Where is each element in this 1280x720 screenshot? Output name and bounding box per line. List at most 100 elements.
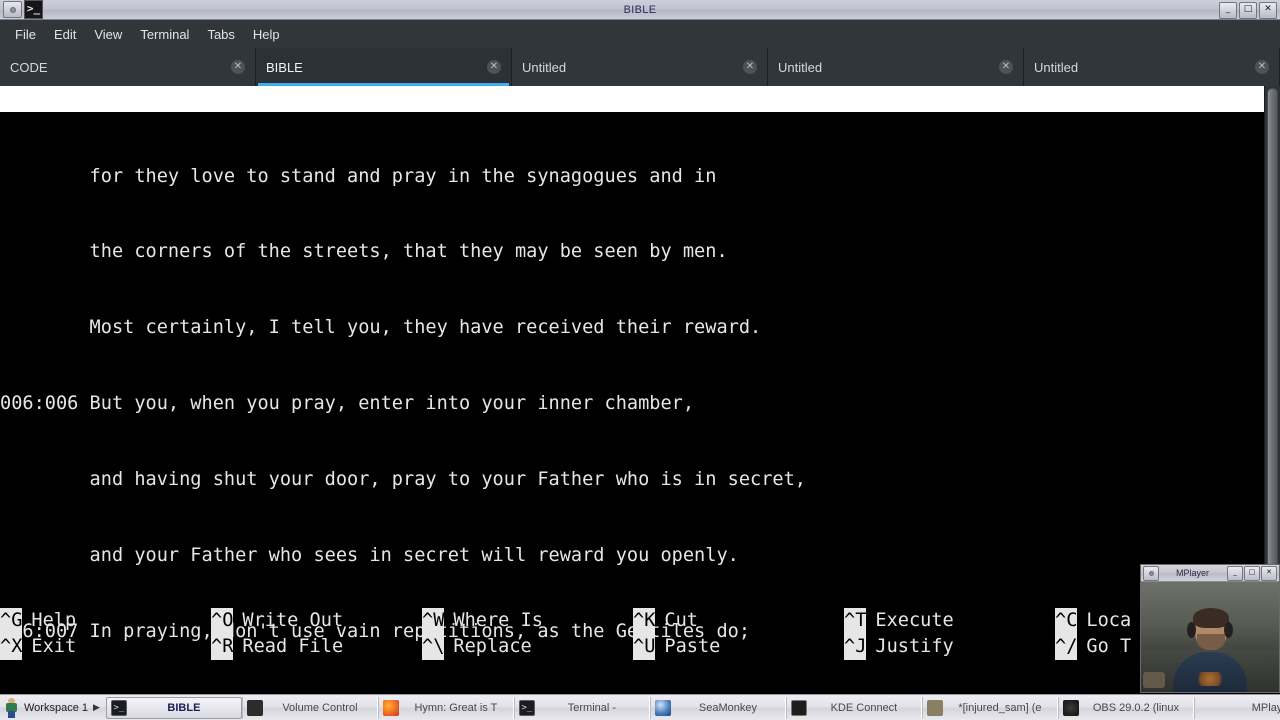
menu-item-view[interactable]: View: [85, 24, 131, 45]
task-button-seamonkey[interactable]: SeaMonkey: [649, 696, 786, 719]
shortcut-key: ^X: [0, 634, 23, 660]
shortcut-replace[interactable]: ^\ Replace: [422, 634, 633, 660]
shortcut-key: ^\: [422, 634, 445, 660]
mplayer-window[interactable]: MPlayer _ □ ✕: [1140, 564, 1280, 693]
text-line: for they love to stand and pray in the s…: [0, 165, 717, 187]
tab-label: CODE: [10, 59, 48, 75]
window-controls: _ □ ✕: [1219, 2, 1277, 19]
task-label: Terminal -: [567, 701, 617, 714]
mplayer-maximize-button[interactable]: □: [1244, 565, 1260, 581]
shortcut-cut[interactable]: ^K Cut: [633, 608, 844, 634]
tab-untitled-3[interactable]: Untitled ✕: [1024, 48, 1280, 86]
menu-item-edit[interactable]: Edit: [45, 24, 85, 45]
shortcut-exit[interactable]: ^X Exit: [0, 634, 211, 660]
task-button-obs[interactable]: OBS 29.0.2 (linux: [1057, 696, 1194, 719]
task-button-hymn[interactable]: Hymn: Great is T: [377, 696, 514, 719]
shortcut-label: Cut: [664, 610, 698, 631]
task-label: SeaMonkey: [698, 701, 757, 714]
task-button-terminal[interactable]: >_ Terminal -: [513, 696, 650, 719]
terminal-viewport[interactable]: GNU nano 7.2 pg8294.txt View for they lo…: [0, 86, 1264, 693]
menu-item-tabs[interactable]: Tabs: [198, 24, 243, 45]
tab-bible[interactable]: BIBLE ✕: [256, 48, 512, 86]
gimp-icon: [926, 699, 943, 716]
pager-icon: [4, 697, 20, 718]
shortcut-label: Read File: [242, 636, 344, 657]
task-label: Hymn: Great is T: [414, 701, 498, 714]
nano-titlebar: GNU nano 7.2 pg8294.txt View: [0, 86, 1264, 187]
desktop-screen: >_ BIBLE _ □ ✕ File Edit View Terminal T…: [0, 0, 1280, 720]
shortcut-read-file[interactable]: ^R Read File: [211, 634, 422, 660]
task-label: *[injured_sam] (e: [958, 701, 1042, 714]
tab-close-icon[interactable]: ✕: [487, 60, 501, 74]
video-desk-object: [1143, 672, 1165, 688]
task-label: OBS 29.0.2 (linux: [1092, 701, 1180, 714]
shortcut-label: Justify: [875, 636, 954, 657]
volume-icon: [246, 699, 263, 716]
close-button[interactable]: ✕: [1259, 2, 1277, 19]
tab-close-icon[interactable]: ✕: [999, 60, 1013, 74]
task-button-bible[interactable]: >_ BIBLE: [105, 696, 242, 719]
task-label: MPlayer: [1251, 701, 1280, 714]
kdeconnect-icon: [790, 699, 807, 716]
text-line: Most certainly, I tell you, they have re…: [0, 317, 762, 339]
task-label: BIBLE: [167, 701, 201, 714]
shortcut-row-2: ^X Exit ^R Read File ^\ Replace ^U Paste ^J J…: [0, 634, 1264, 660]
taskbar: Workspace 1 ▶ >_ BIBLE Volume Control Hy…: [0, 694, 1280, 720]
task-button-mplayer[interactable]: MPlayer: [1193, 696, 1280, 719]
task-button-kde-connect[interactable]: KDE Connect: [785, 696, 922, 719]
shortcut-label: Go T: [1086, 636, 1132, 657]
menu-item-terminal[interactable]: Terminal: [131, 24, 198, 45]
nano-text-area[interactable]: for they love to stand and pray in the s…: [0, 112, 1264, 642]
text-line: 006:006 But you, when you pray, enter in…: [0, 393, 695, 415]
tab-code[interactable]: CODE ✕: [0, 48, 256, 86]
text-line: and having shut your door, pray to your …: [0, 469, 806, 491]
tab-untitled-1[interactable]: Untitled ✕: [512, 48, 768, 86]
shortcut-key: ^G: [0, 608, 23, 634]
tab-close-icon[interactable]: ✕: [743, 60, 757, 74]
shortcut-where-is[interactable]: ^W Where Is: [422, 608, 633, 634]
shortcut-justify[interactable]: ^J Justify: [844, 634, 1055, 660]
tab-close-icon[interactable]: ✕: [1255, 60, 1269, 74]
task-label: Volume Control: [282, 701, 358, 714]
mplayer-minimize-button[interactable]: _: [1227, 565, 1243, 581]
shortcut-key: ^R: [211, 634, 234, 660]
tab-untitled-2[interactable]: Untitled ✕: [768, 48, 1024, 86]
tab-close-icon[interactable]: ✕: [231, 60, 245, 74]
window-menu-dot: [1148, 570, 1154, 576]
task-button-gimp[interactable]: *[injured_sam] (e: [921, 696, 1058, 719]
tab-label: BIBLE: [266, 59, 303, 75]
shortcut-key: ^/: [1055, 634, 1078, 660]
shortcut-paste[interactable]: ^U Paste: [633, 634, 844, 660]
mplayer-close-button[interactable]: ✕: [1261, 565, 1277, 581]
terminal-icon: >_: [518, 699, 535, 716]
video-headphone-right-icon: [1224, 622, 1233, 638]
mplayer-window-menu-icon[interactable]: [1143, 565, 1159, 581]
workspace-label: Workspace 1: [24, 701, 88, 714]
menu-item-file[interactable]: File: [6, 24, 45, 45]
workspace-next-arrow-icon[interactable]: ▶: [93, 702, 100, 713]
maximize-button[interactable]: □: [1239, 2, 1257, 19]
menu-item-help[interactable]: Help: [244, 24, 289, 45]
mplayer-video-surface[interactable]: [1141, 582, 1279, 692]
menubar: File Edit View Terminal Tabs Help: [0, 20, 1280, 48]
shortcut-label: Replace: [453, 636, 532, 657]
shortcut-label: Help: [31, 610, 77, 631]
tab-label: Untitled: [778, 59, 823, 75]
tab-label: Untitled: [522, 59, 567, 75]
scrollbar-thumb[interactable]: [1267, 88, 1278, 644]
video-shirt-graphic: [1195, 672, 1225, 686]
workspace-switcher[interactable]: Workspace 1 ▶: [0, 696, 106, 720]
tabbar: CODE ✕ BIBLE ✕ Untitled ✕ Untitled ✕ Unt…: [0, 48, 1280, 86]
shortcut-execute[interactable]: ^T Execute: [844, 608, 1055, 634]
mplayer-title: MPlayer: [1175, 568, 1209, 578]
video-person-beard: [1197, 634, 1225, 650]
minimize-button[interactable]: _: [1219, 2, 1237, 19]
task-button-volume-control[interactable]: Volume Control: [241, 696, 378, 719]
shortcut-help[interactable]: ^G Help: [0, 608, 211, 634]
shortcut-label: Write Out: [242, 610, 344, 631]
shortcut-write-out[interactable]: ^O Write Out: [211, 608, 422, 634]
window-title: BIBLE: [623, 3, 657, 16]
shortcut-label: Execute: [875, 610, 954, 631]
tab-label: Untitled: [1034, 59, 1079, 75]
text-line: the corners of the streets, that they ma…: [0, 241, 728, 263]
